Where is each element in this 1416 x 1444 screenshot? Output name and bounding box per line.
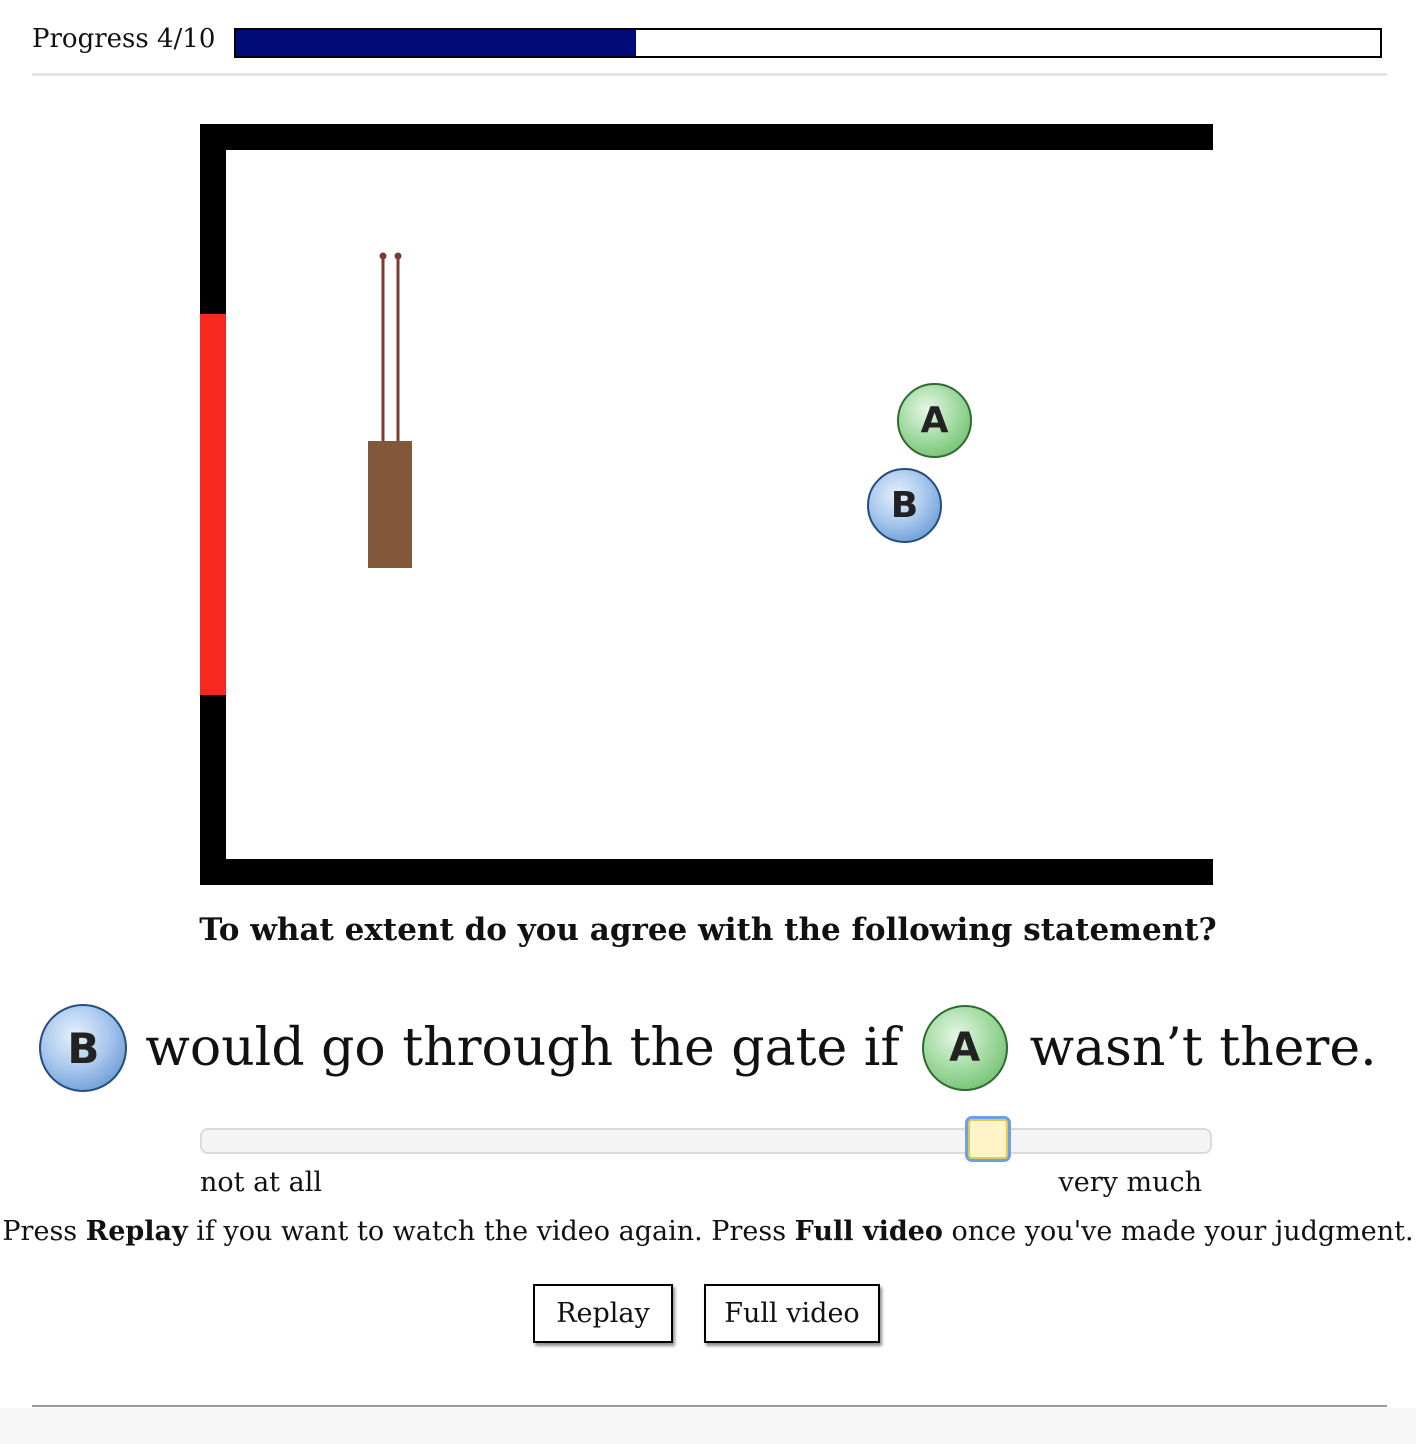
door	[368, 252, 412, 568]
door-pole-left-tip	[379, 252, 387, 260]
ball-b: B	[867, 468, 942, 543]
slider-handle[interactable]	[965, 1116, 1012, 1162]
agreement-slider[interactable]	[200, 1116, 1212, 1162]
slider-min-label: not at all	[200, 1167, 322, 1198]
instructions-post: once you've made your judgment.	[942, 1216, 1414, 1247]
video-scene: A B	[200, 124, 1213, 885]
ball-b-label: B	[890, 485, 919, 526]
progress-label: Progress 4/10	[32, 24, 216, 54]
door-pole-right-tip	[394, 252, 402, 260]
top-wall	[200, 124, 1213, 150]
statement: B would go through the gate if A wasn’t …	[0, 1002, 1416, 1094]
door-panel	[368, 441, 412, 568]
instructions-mid: if you want to watch the video again. Pr…	[187, 1216, 795, 1247]
left-wall-upper	[200, 124, 226, 316]
statement-text-part2: wasn’t there.	[1029, 1018, 1377, 1078]
statement-ball-a-label: A	[949, 1025, 981, 1071]
instructions-replay-word: Replay	[85, 1216, 188, 1247]
top-divider	[32, 73, 1387, 76]
replay-button[interactable]: Replay	[533, 1284, 673, 1343]
progress-bar-fill	[236, 30, 637, 56]
question-heading: To what extent do you agree with the fol…	[199, 912, 1217, 948]
statement-ball-a: A	[921, 1005, 1008, 1091]
instructions-pre: Press	[2, 1216, 86, 1247]
gate	[200, 314, 226, 695]
slider-max-label: very much	[1058, 1167, 1202, 1198]
progress-bar	[234, 28, 1382, 58]
instructions: Press Replay if you want to watch the vi…	[0, 1216, 1416, 1247]
left-wall-lower	[200, 693, 226, 885]
full-video-button[interactable]: Full video	[704, 1284, 880, 1343]
bottom-wall	[200, 859, 1213, 885]
ball-a: A	[897, 383, 972, 458]
instructions-full-video-word: Full video	[794, 1216, 943, 1247]
statement-text-part1: would go through the gate if	[145, 1018, 900, 1078]
statement-ball-b: B	[39, 1004, 128, 1092]
bottom-divider	[32, 1405, 1387, 1407]
footer-band	[0, 1408, 1416, 1444]
statement-ball-b-label: B	[67, 1023, 100, 1073]
ball-a-label: A	[920, 400, 949, 441]
